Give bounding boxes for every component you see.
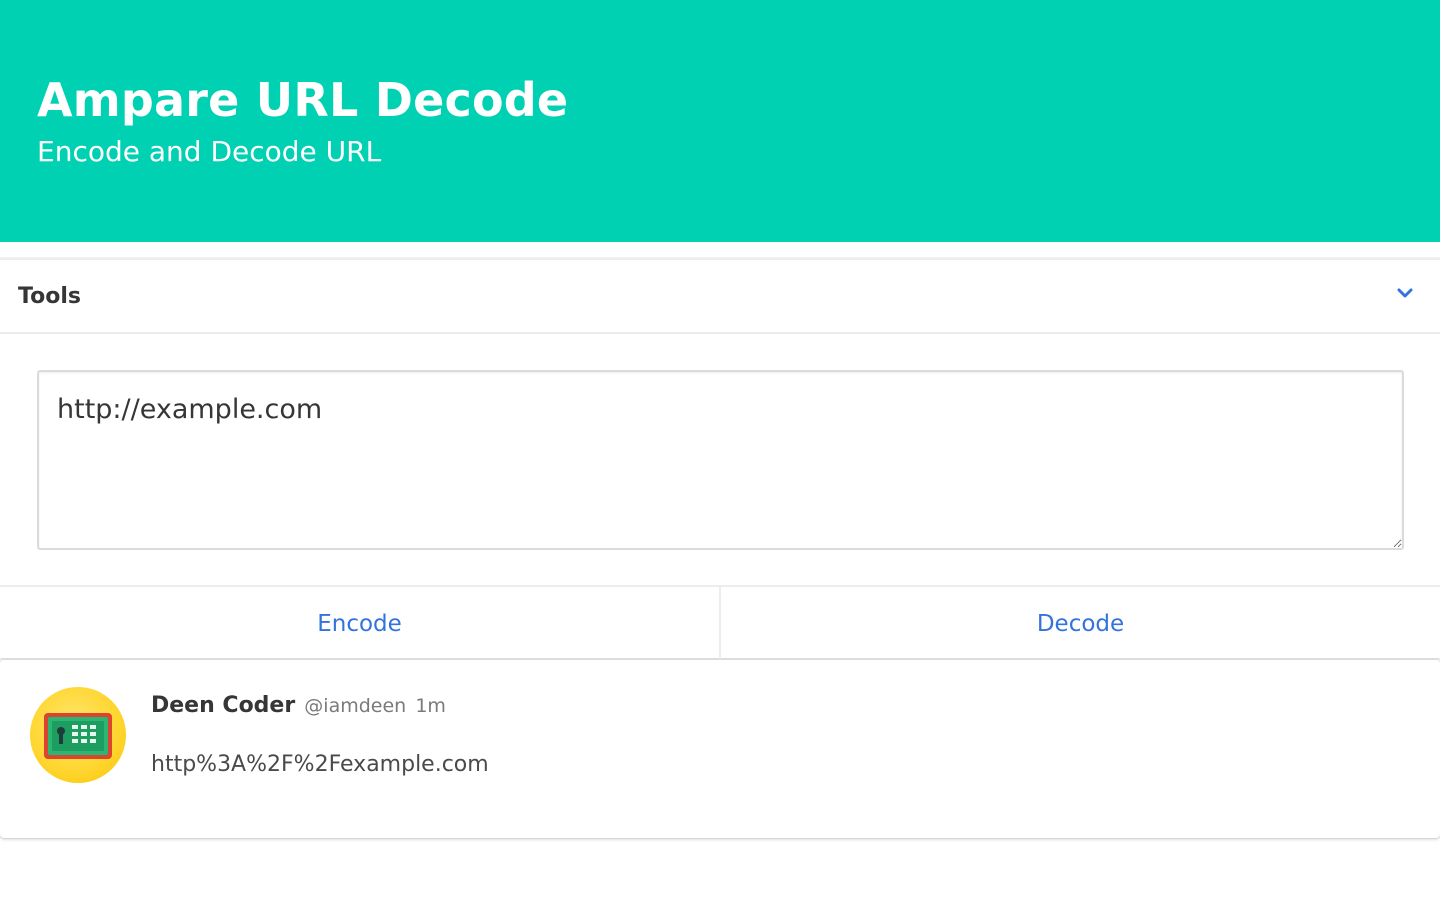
hero-banner: Ampare URL Decode Encode and Decode URL xyxy=(0,0,1440,242)
page-subtitle: Encode and Decode URL xyxy=(37,135,382,168)
result-output: http%3A%2F%2Fexample.com xyxy=(151,752,489,777)
url-input[interactable]: http://example.com xyxy=(37,370,1404,550)
tools-panel-title: Tools xyxy=(18,284,81,309)
author-handle: @iamdeen xyxy=(304,695,407,717)
timestamp: 1m xyxy=(415,695,446,717)
url-input-wrapper: http://example.com xyxy=(37,370,1404,550)
page-title: Ampare URL Decode xyxy=(37,73,569,127)
tools-panel: Tools http://example.com Encode Decode xyxy=(0,258,1440,660)
encode-button[interactable]: Encode xyxy=(0,587,719,660)
safe-keypad-icon xyxy=(44,713,112,759)
avatar xyxy=(30,687,126,783)
author-name: Deen Coder xyxy=(151,693,296,718)
decode-button[interactable]: Decode xyxy=(719,587,1440,660)
post-meta: Deen Coder @iamdeen 1m xyxy=(151,690,446,723)
tools-panel-header[interactable]: Tools xyxy=(0,260,1440,334)
chevron-down-icon[interactable] xyxy=(1396,284,1414,302)
tools-panel-footer: Encode Decode xyxy=(0,585,1440,660)
result-card: Deen Coder @iamdeen 1m http%3A%2F%2Fexam… xyxy=(0,660,1440,838)
